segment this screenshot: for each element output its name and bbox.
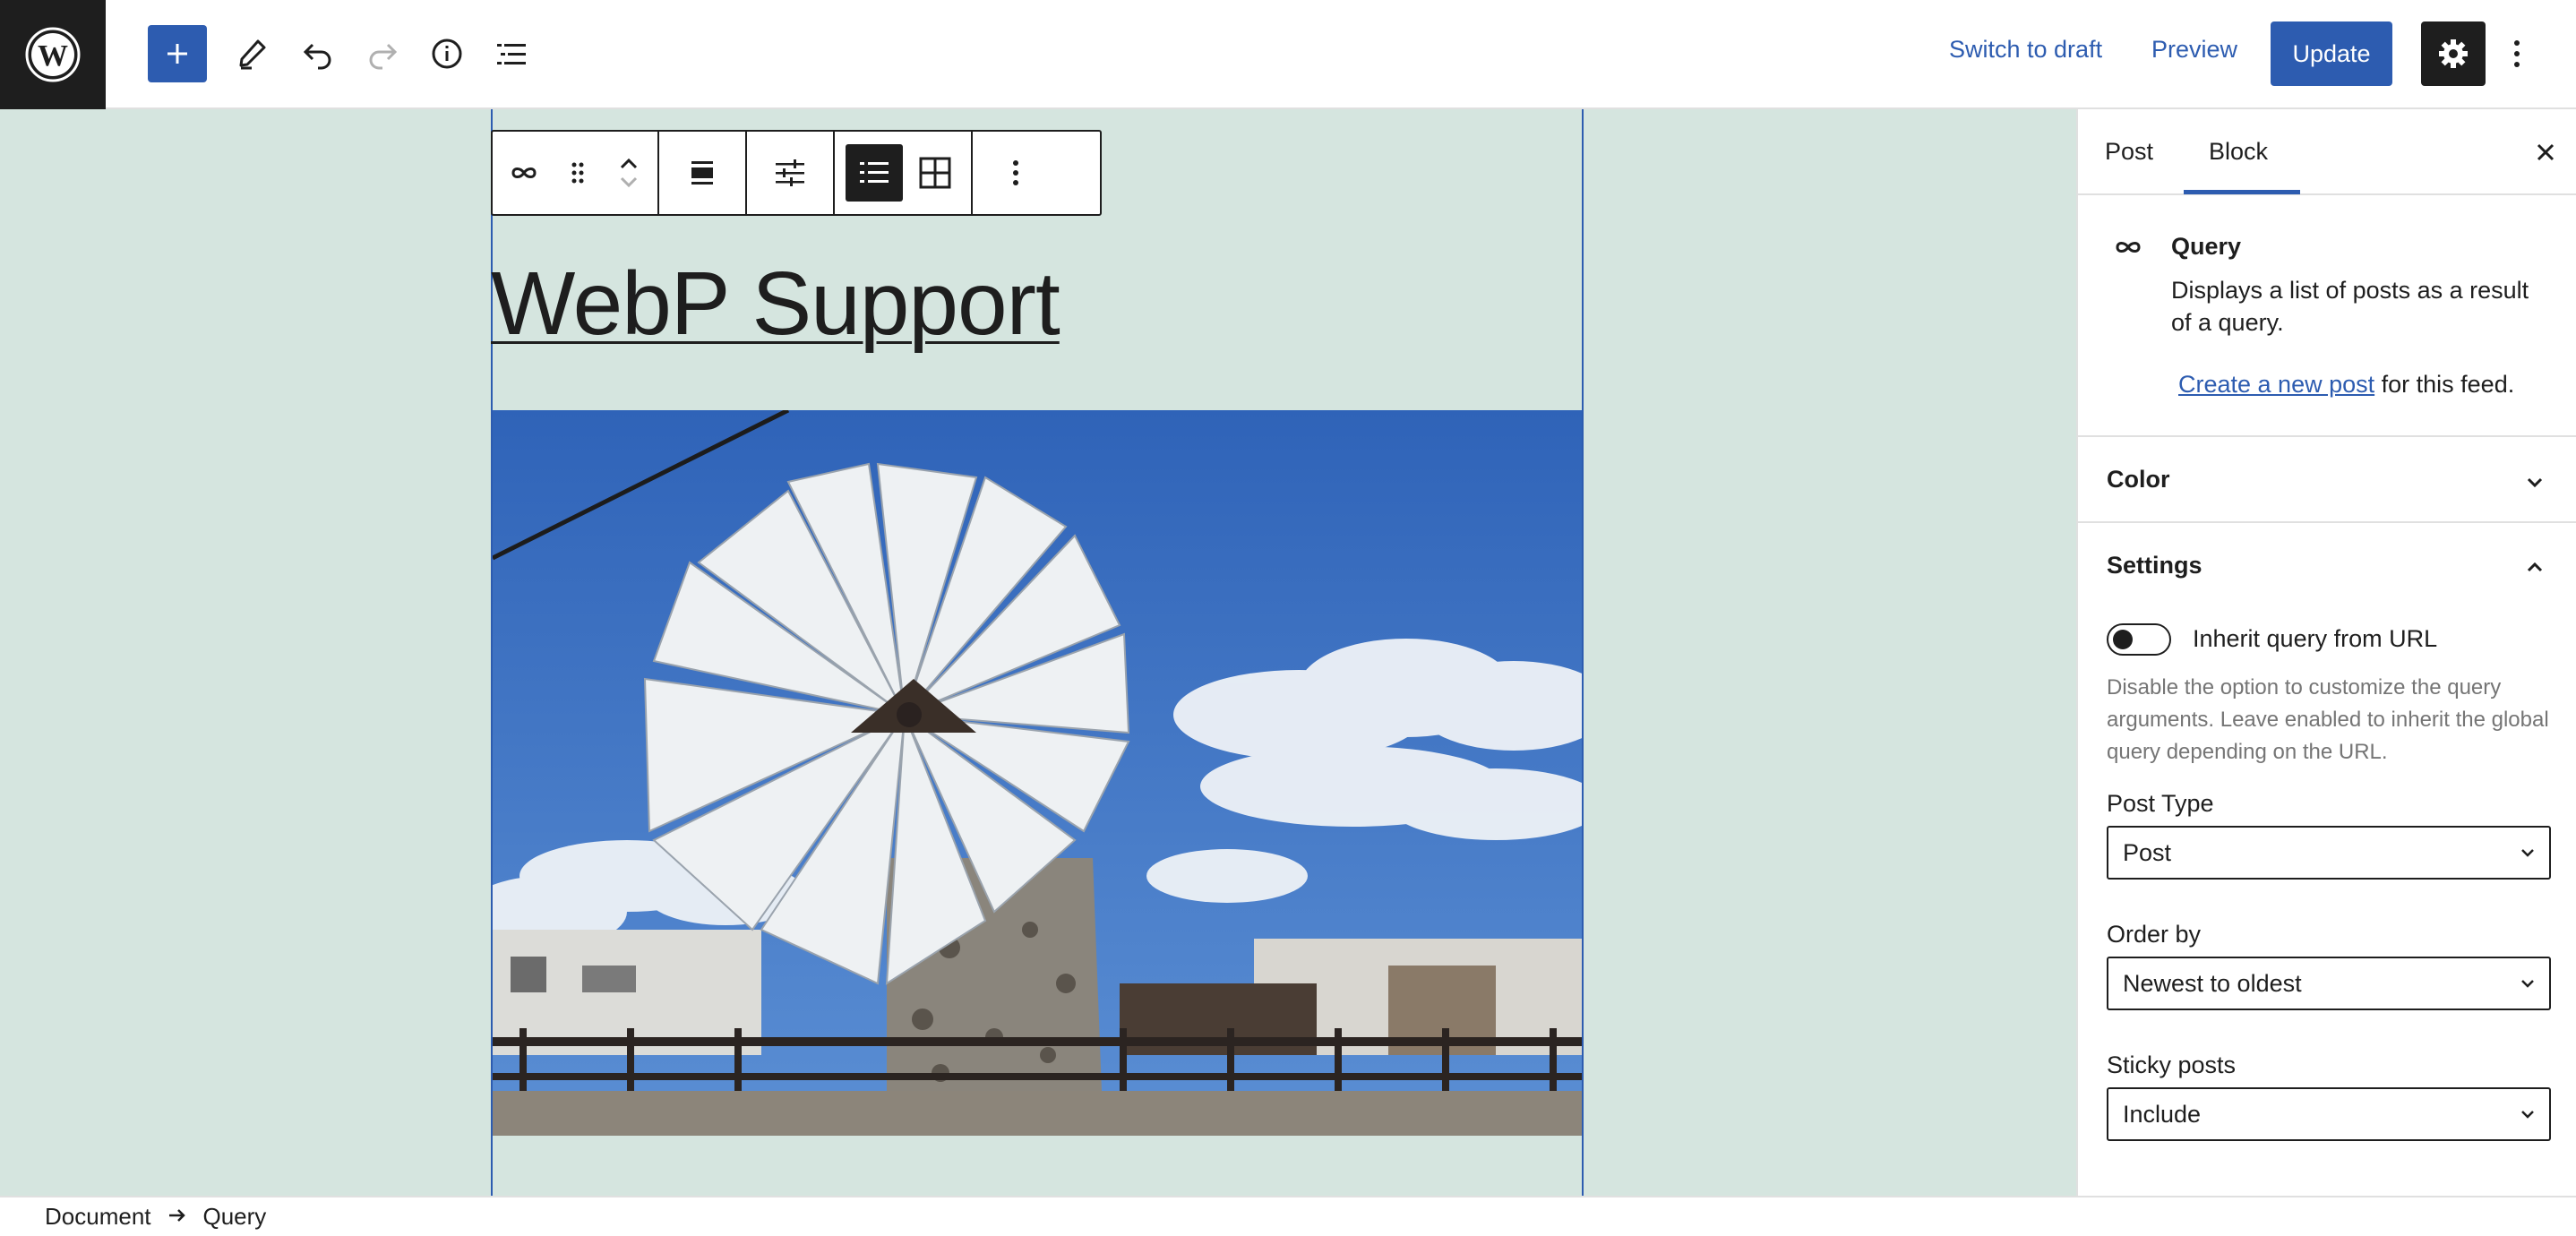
featured-image[interactable]	[493, 410, 1582, 1136]
loop-icon	[2110, 231, 2146, 268]
update-button[interactable]: Update	[2271, 21, 2392, 86]
more-vertical-icon	[1013, 160, 1018, 185]
tab-post[interactable]: Post	[2105, 138, 2153, 166]
block-card-description: Displays a list of posts as a result of …	[2171, 277, 2529, 336]
sticky-posts-select[interactable]: Include	[2107, 1087, 2551, 1141]
list-view-button[interactable]	[482, 25, 541, 82]
wordpress-logo-icon[interactable]: W	[0, 0, 106, 109]
redo-icon	[369, 43, 398, 70]
color-panel[interactable]: Color	[2078, 437, 2576, 523]
breadcrumb-query[interactable]: Query	[203, 1203, 267, 1231]
svg-text:W: W	[38, 39, 68, 73]
details-button[interactable]	[417, 25, 477, 82]
more-vertical-icon	[2514, 40, 2520, 67]
chevron-down-icon	[2515, 1102, 2540, 1127]
sidebar-tabs: Post Block	[2078, 109, 2576, 195]
editor-canvas[interactable]: WebP Support	[0, 109, 2076, 1196]
close-icon	[2537, 143, 2555, 161]
post-type-select[interactable]: Post	[2107, 826, 2551, 880]
drag-handle[interactable]	[555, 132, 600, 214]
sticky-posts-label: Sticky posts	[2107, 1051, 2237, 1078]
grid-icon	[919, 157, 951, 189]
block-options-button[interactable]	[973, 132, 1059, 214]
block-card: Query Displays a list of posts as a resu…	[2078, 195, 2576, 437]
info-icon	[432, 39, 462, 69]
editor-header: W Switch to draft Preview Update	[0, 0, 2576, 109]
color-panel-title: Color	[2107, 466, 2170, 493]
create-post-row: Create a new post for this feed.	[2178, 371, 2514, 399]
preview-button[interactable]: Preview	[2151, 36, 2237, 64]
order-by-select[interactable]: Newest to oldest	[2107, 957, 2551, 1010]
move-down-icon[interactable]	[616, 173, 641, 191]
loop-icon	[511, 167, 537, 178]
add-block-button[interactable]	[148, 25, 207, 82]
block-toolbar-group-more	[973, 132, 1059, 214]
chevron-down-icon	[2519, 466, 2551, 498]
toggle-knob	[2113, 630, 2133, 649]
sliders-icon	[776, 159, 804, 186]
align-button[interactable]	[659, 132, 745, 214]
list-view-icon	[497, 44, 526, 64]
close-sidebar-button[interactable]	[2528, 134, 2563, 170]
post-type-label: Post Type	[2107, 790, 2214, 817]
settings-panel-title[interactable]: Settings	[2107, 552, 2202, 579]
sticky-posts-value: Include	[2123, 1100, 2202, 1128]
settings-panel: Settings Inherit query from URL Disable …	[2078, 523, 2576, 1168]
redo-button[interactable]	[353, 25, 412, 82]
options-menu-button[interactable]	[2499, 25, 2535, 82]
align-wide-icon	[691, 161, 713, 185]
order-by-label: Order by	[2107, 921, 2202, 948]
tab-block[interactable]: Block	[2209, 138, 2268, 166]
breadcrumb-document[interactable]: Document	[45, 1203, 151, 1231]
arrow-right-icon	[167, 1203, 187, 1231]
move-up-icon[interactable]	[616, 155, 641, 173]
block-toolbar-group-align	[659, 132, 747, 214]
block-breadcrumb: Document Query	[0, 1196, 2576, 1236]
switch-to-draft-button[interactable]: Switch to draft	[1949, 36, 2102, 64]
tools-button[interactable]	[222, 25, 281, 82]
post-title-link[interactable]: WebP Support	[491, 253, 1060, 356]
settings-sidebar: Post Block Query Displays a list of post…	[2076, 109, 2576, 1196]
chevron-down-icon	[2515, 971, 2540, 996]
chevron-up-icon[interactable]	[2519, 552, 2551, 584]
block-toolbar-group-parent	[493, 132, 659, 214]
block-card-title: Query	[2171, 233, 2242, 260]
plus-icon	[167, 44, 187, 64]
drag-handle-icon	[571, 162, 584, 184]
block-toolbar-group-display	[747, 132, 835, 214]
undo-button[interactable]	[288, 25, 348, 82]
chevron-down-icon	[2515, 840, 2540, 865]
post-type-value: Post	[2123, 838, 2172, 866]
block-toolbar	[491, 130, 1102, 216]
order-by-value: Newest to oldest	[2123, 969, 2302, 997]
undo-icon	[303, 43, 331, 70]
list-layout-icon	[860, 162, 889, 183]
active-tab-indicator	[2184, 190, 2300, 194]
settings-button[interactable]	[2421, 21, 2486, 86]
create-post-suffix: for this feed.	[2374, 371, 2515, 398]
inherit-query-help: Disable the option to customize the quer…	[2107, 675, 2549, 764]
block-toolbar-group-layout	[835, 132, 973, 214]
move-buttons	[600, 132, 657, 214]
block-type-button[interactable]	[493, 132, 555, 214]
list-view-layout-button[interactable]	[846, 144, 903, 202]
gear-icon	[2439, 39, 2468, 68]
pencil-icon	[239, 39, 266, 70]
inherit-query-label: Inherit query from URL	[2193, 625, 2438, 652]
create-new-post-link[interactable]: Create a new post	[2178, 371, 2374, 398]
display-settings-button[interactable]	[747, 132, 833, 214]
inherit-query-toggle[interactable]	[2107, 623, 2171, 656]
grid-view-layout-button[interactable]	[906, 132, 964, 214]
